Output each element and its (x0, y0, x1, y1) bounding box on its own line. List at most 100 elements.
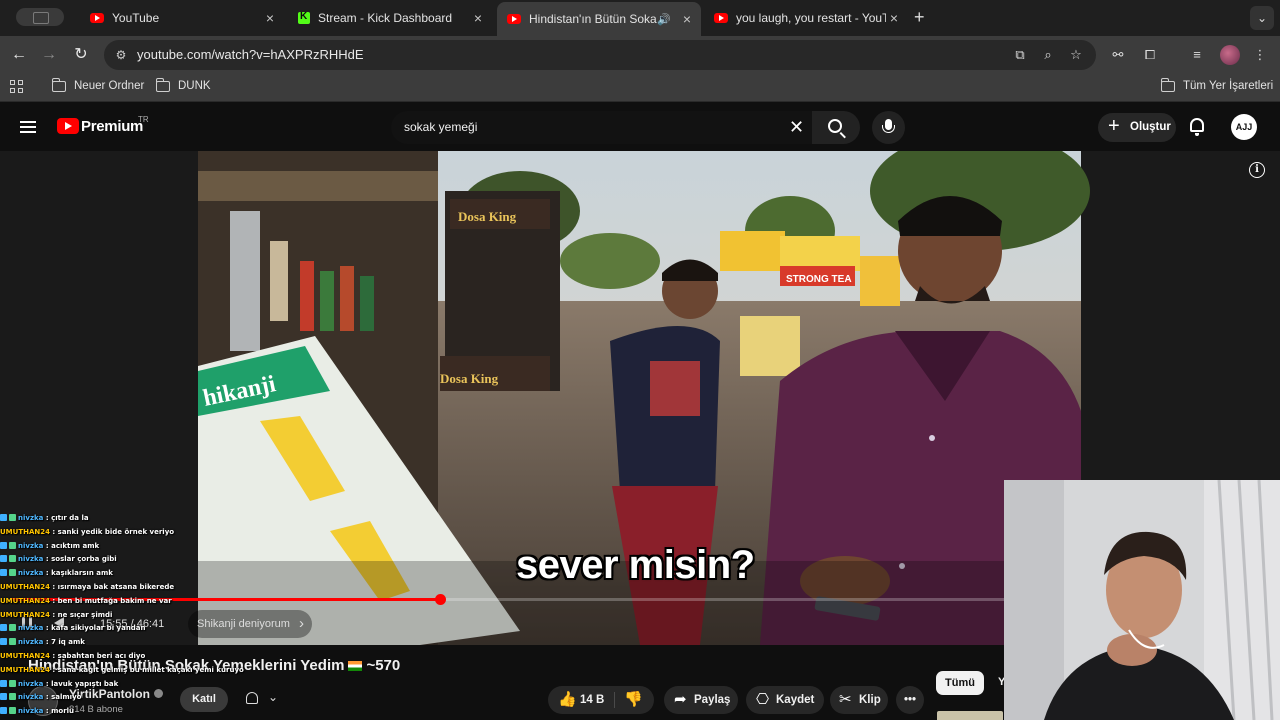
chat-text: lavuk yapıştı bak (51, 679, 119, 688)
chat-text: sanki yedik bide örnek veriyo (57, 527, 175, 536)
chat-badge-icon (9, 624, 16, 632)
svg-text:Dosa King: Dosa King (440, 371, 499, 386)
forward-arrow-icon[interactable]: → (38, 44, 60, 66)
chat-badge-icon (0, 514, 7, 521)
scissors-icon: ✂ (839, 691, 852, 708)
save-label: Kaydet (776, 694, 815, 706)
bookmark-star-icon[interactable]: ☆ (1068, 47, 1084, 63)
tab-kick-dashboard[interactable]: Stream - Kick Dashboard × (288, 0, 492, 36)
folder-icon (1161, 77, 1175, 92)
chat-message: nivzka : salmıyo (0, 691, 300, 705)
chat-separator: : (43, 569, 52, 578)
youtube-premium-wordmark[interactable]: Premium (81, 118, 143, 135)
search-query[interactable]: sokak yemeği (404, 120, 477, 134)
apps-grid-icon[interactable] (10, 80, 24, 94)
speaker-icon[interactable]: 🔊 (657, 13, 671, 26)
tab-close-icon[interactable]: × (679, 11, 695, 27)
like-count: 14 B (580, 694, 605, 706)
tab-close-icon[interactable]: × (886, 10, 902, 26)
address-bar[interactable]: ⚙ youtube.com/watch?v=hAXPRzRHHdE ⧉ ⌕ ☆ (104, 40, 1096, 70)
bookmark-label: Tüm Yer İşaretleri (1183, 80, 1274, 92)
video-caption-text: sever misin? (516, 543, 755, 587)
chat-username: nivzka (18, 541, 44, 550)
site-settings-icon[interactable]: ⚙ (114, 48, 128, 62)
new-tab-button[interactable]: + (914, 8, 925, 26)
tab-close-icon[interactable]: × (262, 10, 278, 26)
save-button[interactable]: ⎔ Kaydet (746, 686, 824, 714)
chat-message: nivzka : kafa sikiyolar bi yandan (0, 622, 300, 636)
thumbs-down-icon[interactable]: 👎 (624, 686, 643, 714)
chat-badge-icon (9, 707, 16, 715)
chat-badge-icon (0, 707, 7, 715)
chat-username: nivzka (18, 693, 44, 702)
tab-close-icon[interactable]: × (470, 10, 486, 26)
reading-list-icon[interactable]: ≡ (1186, 44, 1208, 66)
create-button[interactable]: Oluştur (1098, 112, 1176, 142)
search-button[interactable] (812, 111, 860, 144)
chat-text: salmıyo (51, 693, 82, 702)
profile-avatar[interactable] (1220, 45, 1240, 65)
youtube-logo-icon[interactable] (57, 118, 79, 134)
search-input[interactable]: sokak yemeği ✕ (391, 111, 812, 144)
chat-separator: : (43, 679, 52, 688)
chat-text: çıtır da la (51, 514, 89, 522)
youtube-favicon-icon (507, 14, 521, 24)
account-avatar[interactable]: AJJ (1231, 114, 1257, 140)
extension-translate-icon[interactable]: ⚯ (1107, 44, 1129, 66)
chat-message: UMUTHAN24 : sabahtan beri acı diyo (0, 650, 300, 664)
chat-badge-icon (9, 679, 16, 687)
voice-search-button[interactable] (872, 111, 905, 144)
india-flag-icon (348, 661, 363, 671)
chat-username: nivzka (18, 555, 44, 564)
chat-username: UMUTHAN24 (0, 582, 50, 591)
recommended-thumbnail[interactable] (937, 711, 1003, 720)
chat-separator: : (43, 541, 52, 550)
browser-toolbar: ← → ↻ ⚙ youtube.com/watch?v=hAXPRzRHHdE … (0, 36, 1280, 74)
chat-message: nivzka : morlu (0, 705, 300, 719)
guide-menu-icon[interactable] (20, 121, 36, 133)
chat-text: sabahtan beri acı diyo (57, 651, 146, 660)
clear-search-icon[interactable]: ✕ (789, 117, 804, 138)
chat-badge-icon (9, 555, 16, 563)
tab-active-video[interactable]: Hindistan'ın Bütün Sokak 🔊 × (497, 2, 701, 36)
tab-group-icon[interactable] (16, 8, 64, 26)
share-button[interactable]: ➦ Paylaş (664, 686, 738, 714)
info-icon[interactable]: i (1249, 162, 1265, 178)
bookmark-icon: ⎔ (756, 691, 770, 708)
chat-separator: : (49, 527, 58, 536)
bookmark-folder-neuer-ordner[interactable]: Neuer Ordner (52, 77, 145, 92)
chat-username: nivzka (18, 569, 44, 578)
search-icon (828, 119, 842, 133)
chat-separator: : (43, 693, 52, 702)
chat-badge-icon (0, 541, 7, 549)
chat-separator: : (43, 624, 52, 633)
chat-badge-icon (0, 555, 7, 563)
chat-username: UMUTHAN24 (0, 665, 50, 674)
bookmark-folder-dunk[interactable]: DUNK (156, 77, 211, 92)
tab-youtube[interactable]: YouTube × (80, 0, 284, 36)
back-arrow-icon[interactable]: ← (8, 44, 30, 66)
tab-you-laugh[interactable]: you laugh, you restart - YouTube × (704, 0, 908, 36)
zoom-icon[interactable]: ⌕ (1040, 47, 1056, 63)
streamer-webcam (1004, 480, 1280, 720)
reload-icon[interactable]: ↻ (70, 44, 92, 66)
all-bookmarks[interactable]: Tüm Yer İşaretleri (1161, 77, 1274, 92)
filter-chip-all[interactable]: Tümü (936, 671, 984, 695)
chat-username: UMUTHAN24 (0, 596, 50, 605)
folder-icon (156, 77, 170, 92)
browser-menu-icon[interactable]: ⋮ (1249, 44, 1271, 66)
url-text[interactable]: youtube.com/watch?v=hAXPRzRHHdE (137, 47, 364, 62)
svg-text:Dosa King: Dosa King (458, 209, 517, 224)
like-button[interactable]: 👍 14 B (548, 686, 614, 714)
bookmark-label: Neuer Ordner (74, 80, 145, 92)
extensions-puzzle-icon[interactable]: ⧠ (1139, 44, 1161, 66)
chat-username: nivzka (18, 707, 44, 716)
notifications-bell-icon[interactable] (1190, 118, 1204, 136)
thumbs-up-icon: 👍 (558, 691, 577, 708)
tab-search-chevron-icon[interactable]: ⌄ (1250, 6, 1274, 30)
tab-title: YouTube (112, 11, 160, 25)
divider (614, 692, 615, 708)
more-actions-icon[interactable]: ••• (896, 686, 924, 714)
install-app-icon[interactable]: ⧉ (1012, 47, 1028, 63)
clip-button[interactable]: ✂ Klip (830, 686, 888, 714)
